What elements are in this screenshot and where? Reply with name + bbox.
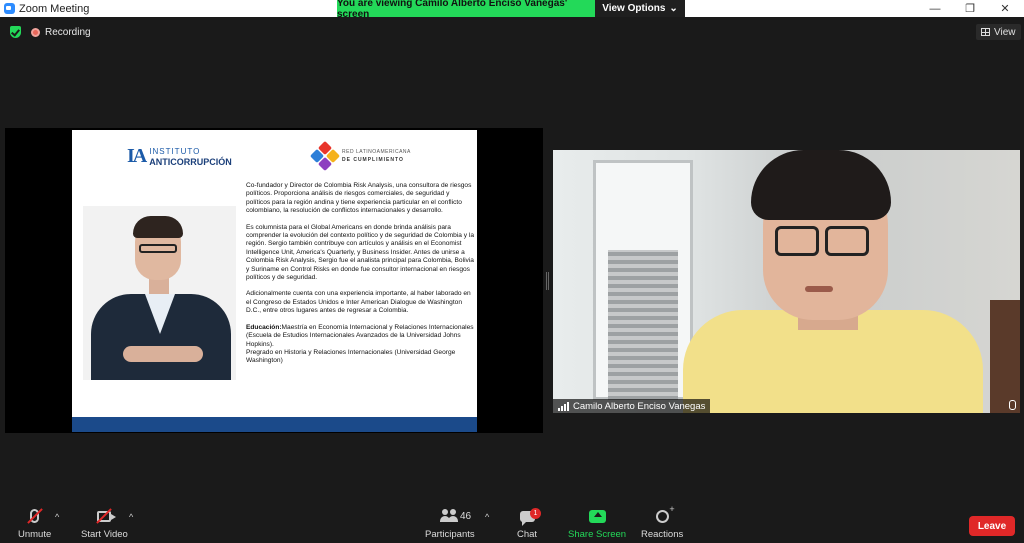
- recording-indicator[interactable]: Recording: [31, 24, 91, 40]
- record-dot-icon: [31, 27, 40, 37]
- logo1-top-text: INSTITUTO: [149, 146, 201, 156]
- logo2-bottom-text: DE CUMPLIMIENTO: [342, 157, 404, 163]
- participant-name: Camilo Alberto Enciso Vanegas: [573, 400, 706, 412]
- education-block: Educación:Maestría en Economía Internaci…: [246, 324, 474, 366]
- presentation-slide: IA INSTITUTO ANTICORRUPCIÓN RED LATINOAM…: [72, 130, 477, 432]
- speaker-bio: Co-fundador y Director de Colombia Risk …: [246, 182, 474, 366]
- zoom-app-icon: [4, 3, 15, 14]
- logo1-mark: IA: [127, 145, 147, 167]
- slide-footer-bar: [72, 417, 477, 432]
- split-resize-handle[interactable]: [546, 272, 549, 290]
- chat-label: Chat: [517, 529, 538, 540]
- colorful-diamond-icon: [309, 140, 341, 172]
- reactions-label: Reactions: [641, 529, 684, 540]
- participants-count: 46: [460, 511, 472, 522]
- education-text-2: Pregrado en Historia y Relaciones Intern…: [246, 348, 456, 365]
- emoji-plus-icon: [655, 504, 675, 523]
- window-title: Zoom Meeting: [19, 2, 90, 15]
- restore-button[interactable]: ❐: [953, 0, 987, 17]
- audio-options-caret[interactable]: ^: [55, 512, 59, 522]
- bio-paragraph: Co-fundador y Director de Colombia Risk …: [246, 182, 472, 215]
- security-shield-icon[interactable]: [10, 26, 21, 38]
- share-screen-button[interactable]: Share Screen: [568, 507, 626, 540]
- chevron-down-icon: ⌄: [669, 3, 678, 14]
- recording-label: Recording: [45, 26, 91, 38]
- unmute-label: Unmute: [18, 529, 52, 540]
- leave-button[interactable]: Leave: [969, 516, 1015, 536]
- viewing-share-banner: You are viewing Camilo Alberto Enciso Va…: [337, 0, 595, 20]
- participant-video[interactable]: Camilo Alberto Enciso Vanegas: [553, 150, 1020, 413]
- meeting-toolbar: Unmute ^ Start Video ^ Participants 46 ^…: [0, 500, 1024, 543]
- video-options-caret[interactable]: ^: [129, 512, 133, 522]
- view-label: View: [994, 26, 1016, 38]
- education-label: Educación:: [246, 323, 282, 331]
- unmute-button[interactable]: Unmute: [18, 507, 51, 540]
- view-options-label: View Options: [602, 3, 666, 14]
- share-screen-icon: [588, 509, 606, 523]
- participants-icon: [439, 509, 460, 523]
- bio-paragraph: Adicionalmente cuenta con una experienci…: [246, 290, 471, 315]
- instituto-anticorrupcion-logo: IA INSTITUTO ANTICORRUPCIÓN: [127, 145, 232, 168]
- start-video-label: Start Video: [81, 529, 128, 540]
- red-cumplimiento-logo: RED LATINOAMERICANA DE CUMPLIMIENTO: [309, 140, 411, 172]
- speaker-photo: [83, 206, 236, 380]
- grid-view-icon: [981, 28, 990, 36]
- close-button[interactable]: ✕: [988, 0, 1022, 17]
- participants-label: Participants: [425, 529, 475, 540]
- reactions-button[interactable]: Reactions: [641, 504, 684, 541]
- view-layout-button[interactable]: View: [976, 24, 1021, 40]
- view-options-button[interactable]: View Options ⌄: [595, 0, 685, 17]
- share-screen-label: Share Screen: [568, 529, 627, 540]
- logo2-top-text: RED LATINOAMERICANA: [342, 149, 411, 155]
- participant-nameplate: Camilo Alberto Enciso Vanegas: [553, 399, 711, 413]
- minimize-button[interactable]: —: [918, 0, 952, 17]
- mic-status-icon: [1009, 400, 1016, 410]
- chat-unread-badge: 1: [530, 508, 541, 519]
- signal-strength-icon: [558, 401, 569, 411]
- start-video-button[interactable]: Start Video: [81, 507, 128, 540]
- shared-screen: IA INSTITUTO ANTICORRUPCIÓN RED LATINOAM…: [5, 128, 543, 433]
- bio-paragraph: Es columnista para el Global Americans e…: [246, 223, 474, 282]
- participants-options-caret[interactable]: ^: [485, 512, 489, 522]
- logo1-bottom-text: ANTICORRUPCIÓN: [149, 156, 232, 167]
